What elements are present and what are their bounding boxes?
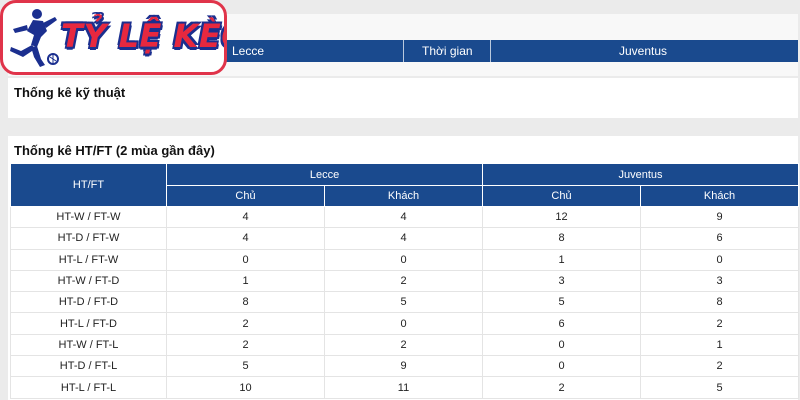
table-row: HT-W / FT-D 1 2 3 3 <box>10 270 800 293</box>
table-cell: 5 <box>482 291 642 314</box>
row-label: HT-D / FT-W <box>10 227 167 250</box>
table-cell: 8 <box>640 291 800 314</box>
sub-header-away-chu: Chủ <box>482 185 642 207</box>
row-label: HT-L / FT-W <box>10 249 167 271</box>
table-cell: 8 <box>482 227 642 250</box>
table-cell: 2 <box>482 376 642 399</box>
table-cell: 0 <box>482 355 642 378</box>
table-row: HT-L / FT-L 10 11 2 5 <box>10 376 800 399</box>
soccer-player-icon <box>10 9 59 67</box>
header-divider <box>403 40 404 62</box>
htft-stats-table: HT/FT Lecce Juventus Chủ Khách Chủ Khách… <box>10 163 800 399</box>
row-label: HT-L / FT-L <box>10 376 167 399</box>
table-row: HT-D / FT-W 4 4 8 6 <box>10 227 800 250</box>
table-cell: 5 <box>640 376 800 399</box>
htft-column-header: HT/FT <box>10 163 167 207</box>
row-label: HT-W / FT-W <box>10 206 167 229</box>
table-cell: 12 <box>482 206 642 229</box>
table-cell: 1 <box>640 334 800 357</box>
table-cell: 3 <box>640 270 800 293</box>
table-cell: 0 <box>482 334 642 357</box>
table-cell: 0 <box>324 312 484 335</box>
home-team-header: Lecce <box>165 163 484 186</box>
table-row: HT-W / FT-L 2 2 0 1 <box>10 334 800 357</box>
table-cell: 9 <box>324 355 484 378</box>
table-cell: 0 <box>324 249 484 271</box>
sub-header-away-khach: Khách <box>640 185 800 207</box>
table-cell: 1 <box>482 249 642 271</box>
table-cell: 2 <box>166 312 325 335</box>
table-cell: 11 <box>324 376 484 399</box>
table-cell: 2 <box>324 270 484 293</box>
technical-stats-panel: Thống kê kỹ thuật <box>8 78 798 118</box>
table-row: HT-W / FT-W 4 4 12 9 <box>10 206 800 229</box>
table-cell: 10 <box>166 376 325 399</box>
away-team-header: Juventus <box>482 163 800 186</box>
site-logo[interactable]: TỶ LỆ KÈO <box>0 0 227 75</box>
match-home-team: Lecce <box>232 44 265 58</box>
technical-stats-title: Thống kê kỹ thuật <box>14 85 126 100</box>
table-cell: 8 <box>166 291 325 314</box>
table-cell: 0 <box>166 249 325 271</box>
table-cell: 2 <box>324 334 484 357</box>
table-cell: 4 <box>166 227 325 250</box>
row-label: HT-L / FT-D <box>10 312 167 335</box>
table-row: HT-D / FT-L 5 9 0 2 <box>10 355 800 378</box>
table-cell: 4 <box>166 206 325 229</box>
row-label: HT-W / FT-D <box>10 270 167 293</box>
table-cell: 3 <box>482 270 642 293</box>
row-label: HT-D / FT-D <box>10 291 167 314</box>
table-cell: 4 <box>324 206 484 229</box>
table-row: HT-L / FT-W 0 0 1 0 <box>10 249 800 271</box>
table-cell: 2 <box>640 355 800 378</box>
table-cell: 6 <box>482 312 642 335</box>
row-label: HT-D / FT-L <box>10 355 167 378</box>
sub-header-home-khach: Khách <box>323 185 484 207</box>
table-cell: 6 <box>640 227 800 250</box>
header-divider <box>490 40 491 62</box>
match-time-label: Thời gian <box>422 44 473 58</box>
sub-header-home-chu: Chủ <box>166 185 325 207</box>
table-cell: 5 <box>324 291 484 314</box>
table-cell: 9 <box>640 206 800 229</box>
table-row: HT-D / FT-D 8 5 5 8 <box>10 291 800 314</box>
table-cell: 2 <box>166 334 325 357</box>
table-cell: 1 <box>166 270 325 293</box>
row-label: HT-W / FT-L <box>10 334 167 357</box>
table-row: HT-L / FT-D 2 0 6 2 <box>10 312 800 335</box>
table-cell: 2 <box>640 312 800 335</box>
htft-stats-title: Thống kê HT/FT (2 mùa gần đây) <box>14 143 215 158</box>
table-cell: 0 <box>640 249 800 271</box>
table-cell: 4 <box>324 227 484 250</box>
logo-text: TỶ LỆ KÈO <box>61 17 224 55</box>
match-away-team: Juventus <box>619 44 668 58</box>
table-cell: 5 <box>166 355 325 378</box>
